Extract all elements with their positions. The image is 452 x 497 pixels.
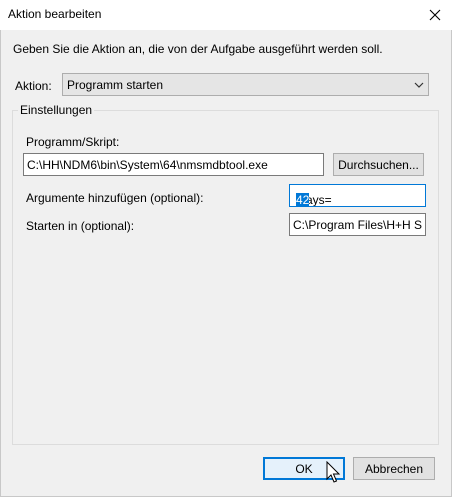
args-label: Argumente hinzufügen (optional): [26, 191, 204, 205]
title-bar: Aktion bearbeiten [0, 0, 452, 30]
action-dropdown[interactable]: Programm starten [62, 73, 429, 96]
window-title: Aktion bearbeiten [8, 7, 102, 21]
program-label: Programm/Skript: [26, 135, 120, 149]
action-selected: Programm starten [67, 78, 164, 92]
chevron-down-icon [414, 82, 424, 88]
program-input[interactable]: C:\HH\NDM6\bin\System\64\nmsmdbtool.exe [23, 153, 324, 176]
close-icon [429, 9, 441, 21]
browse-button[interactable]: Durchsuchen... [333, 153, 424, 176]
program-value: C:\HH\NDM6\bin\System\64\nmsmdbtool.exe [27, 158, 268, 172]
args-input[interactable]: /days= 42 [289, 184, 426, 207]
browse-button-label: Durchsuchen... [338, 157, 419, 172]
settings-group-title: Einstellungen [18, 103, 95, 117]
close-button[interactable] [418, 0, 452, 30]
action-label: Aktion: [15, 79, 52, 93]
ok-button-label: OK [295, 461, 313, 476]
startin-value: C:\Program Files\H+H S [293, 218, 423, 232]
cancel-button[interactable]: Abbrechen [353, 457, 435, 480]
startin-input[interactable]: C:\Program Files\H+H S [289, 213, 426, 236]
instruction-text: Geben Sie die Aktion an, die von der Auf… [13, 42, 383, 56]
mouse-pointer-icon [326, 461, 341, 483]
cancel-button-label: Abbrechen [364, 461, 424, 476]
startin-label: Starten in (optional): [26, 219, 135, 233]
args-selection: 42 [296, 193, 310, 207]
